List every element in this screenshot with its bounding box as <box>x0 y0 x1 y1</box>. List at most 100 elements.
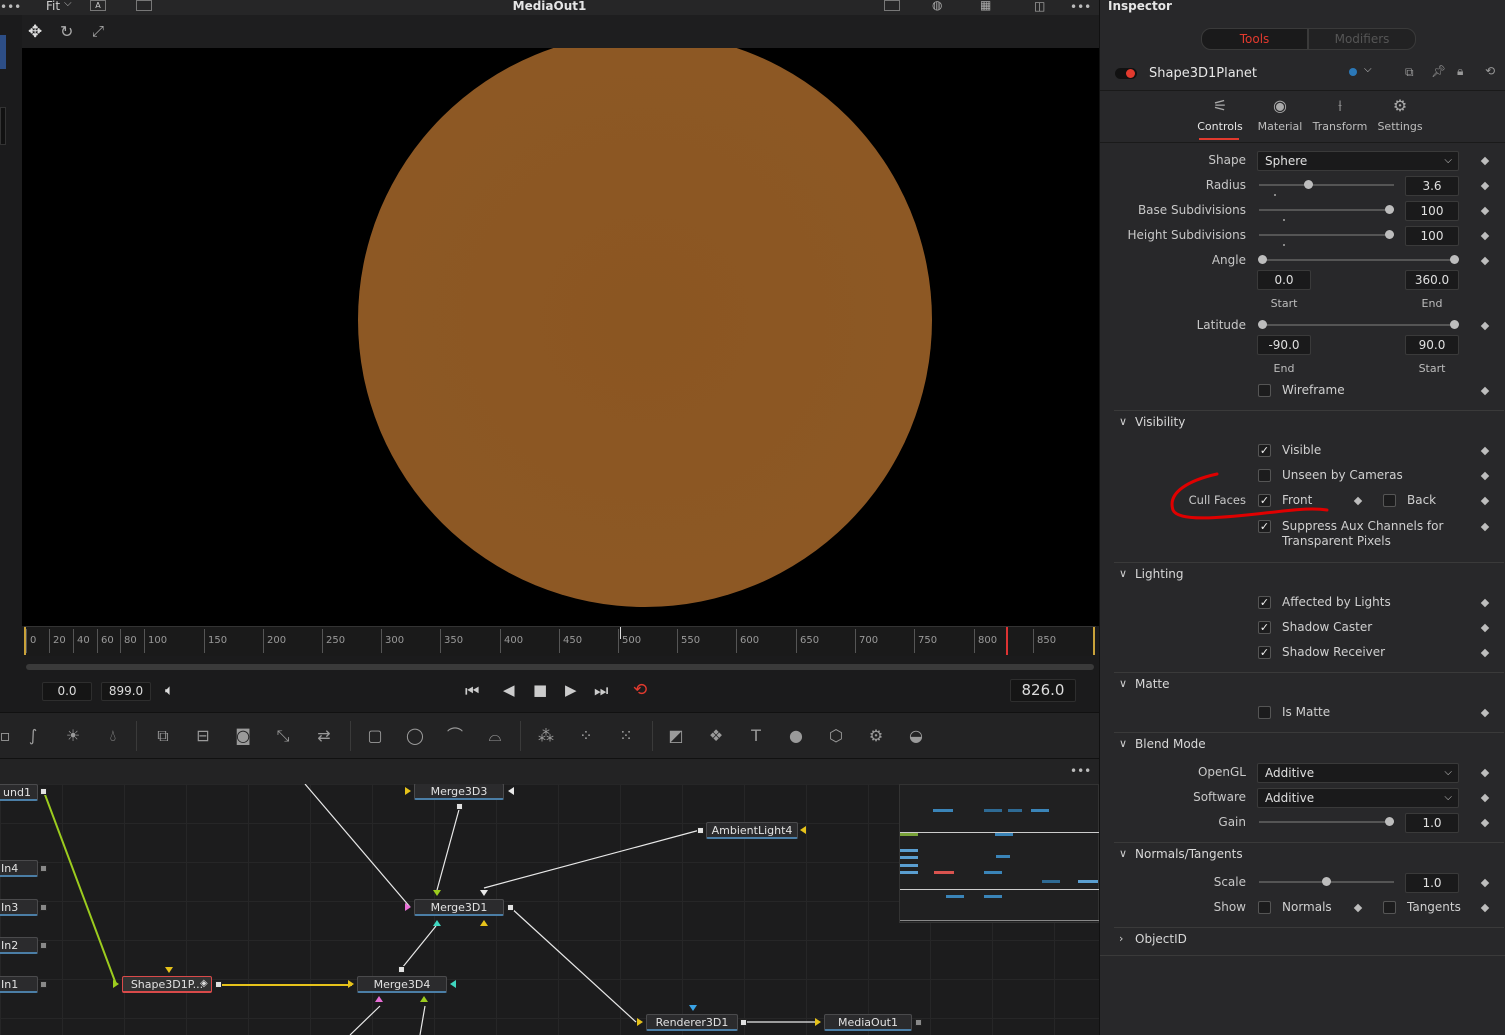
input-port[interactable] <box>433 920 441 926</box>
node-merge3d1[interactable]: Merge3D1 <box>414 899 504 916</box>
particle-emitter-icon[interactable]: ⁂ <box>535 725 557 747</box>
particle-system-icon[interactable]: ⁙ <box>615 725 637 747</box>
color-dot-icon[interactable] <box>1349 68 1357 76</box>
saver-tool-icon[interactable]: ⊟ <box>192 725 214 747</box>
keyframe-icon[interactable] <box>1480 878 1490 888</box>
output-port[interactable] <box>456 803 463 810</box>
node-background[interactable]: und1 <box>0 784 38 801</box>
latitude-start-field[interactable]: -90.0 <box>1257 335 1311 355</box>
expand-icon[interactable]: ⤢ <box>92 22 104 40</box>
play-icon[interactable]: ▶ <box>565 681 577 699</box>
time-ruler[interactable]: 0 20 40 60 80 100 150 200 250 300 350 400 450 500 550 6… <box>24 626 1096 656</box>
node-more-icon[interactable]: ••• <box>1070 764 1091 778</box>
node-ambientlight4[interactable]: AmbientLight4 <box>706 822 798 839</box>
keyframe-icon[interactable] <box>1480 793 1490 803</box>
shape-dropdown[interactable]: Sphere ⌵ <box>1257 151 1459 171</box>
color-icon[interactable]: ◍ <box>932 0 942 12</box>
output-port[interactable] <box>507 904 514 911</box>
base-subdivisions-field[interactable]: 100 <box>1405 201 1459 221</box>
height-subdivisions-field[interactable]: 100 <box>1405 226 1459 246</box>
scrub-bar[interactable] <box>26 664 1094 670</box>
keyframe-icon[interactable] <box>1480 768 1490 778</box>
polygon-tool-icon[interactable]: ⌒ <box>444 725 466 747</box>
keyframe-icon[interactable] <box>1480 321 1490 331</box>
angle-start-field[interactable]: 0.0 <box>1257 270 1311 290</box>
normals-scale-knob[interactable] <box>1322 877 1331 886</box>
mask-tool-icon[interactable]: ◙ <box>232 725 254 747</box>
cull-back-checkbox[interactable] <box>1383 494 1396 507</box>
keyframe-icon[interactable] <box>1480 206 1490 216</box>
node-mediaout1[interactable]: MediaOut1 <box>824 1014 912 1031</box>
keyframe-icon[interactable] <box>1480 386 1490 396</box>
angle-range-slider[interactable] <box>1263 259 1455 261</box>
radius-field[interactable]: 3.6 <box>1405 176 1459 196</box>
shadow-caster-checkbox[interactable]: ✓ <box>1258 621 1271 634</box>
camera3d-icon[interactable]: ◒ <box>905 725 927 747</box>
image-plane-icon[interactable]: ◩ <box>665 725 687 747</box>
input-port[interactable] <box>508 787 514 795</box>
angle-end-field[interactable]: 360.0 <box>1405 270 1459 290</box>
pan-icon[interactable]: ✥ <box>28 22 42 42</box>
keyframe-icon[interactable] <box>1480 598 1490 608</box>
node-merge3d3[interactable]: Merge3D3 <box>414 784 504 800</box>
grid-icon[interactable]: ▦ <box>980 0 991 12</box>
input-port[interactable] <box>375 996 383 1002</box>
input-port[interactable] <box>480 890 488 896</box>
roi-icon[interactable] <box>884 0 900 11</box>
go-to-start-icon[interactable]: ⏮ <box>465 681 479 701</box>
subtab-transform[interactable]: ⟊ Transform <box>1310 96 1370 133</box>
section-objectid[interactable]: › ObjectID <box>1114 927 1504 953</box>
latitude-end-knob[interactable] <box>1450 320 1459 329</box>
brightness-tool-icon[interactable]: ☀ <box>62 725 84 747</box>
output-port[interactable] <box>40 865 47 872</box>
keyframe-icon[interactable] <box>1480 818 1490 828</box>
node-minimap[interactable] <box>899 784 1100 923</box>
input-port[interactable] <box>480 920 488 926</box>
tool-icon[interactable]: ▫ <box>0 725 16 747</box>
base-subdivisions-knob[interactable] <box>1385 205 1394 214</box>
enable-toggle[interactable] <box>1115 68 1137 79</box>
current-frame-field[interactable]: 826.0 <box>1010 679 1076 702</box>
node-input1[interactable]: In1 <box>0 976 38 993</box>
copy-icon[interactable]: ⧉ <box>1405 65 1414 80</box>
split-view-icon[interactable]: ◫ <box>1034 0 1045 13</box>
input-port[interactable] <box>420 996 428 1002</box>
keyframe-icon[interactable] <box>1480 256 1490 266</box>
curve-tool-icon[interactable]: ∫ <box>22 725 44 747</box>
input-port[interactable] <box>348 980 354 988</box>
subtab-controls[interactable]: ⚟ Controls <box>1190 96 1250 133</box>
height-subdivisions-slider[interactable] <box>1259 234 1394 236</box>
renderer3d-icon[interactable]: ⚙ <box>865 725 887 747</box>
suppress-aux-checkbox[interactable]: ✓ <box>1258 520 1271 533</box>
keyframe-icon[interactable] <box>1480 446 1490 456</box>
loader-tool-icon[interactable]: ⧉ <box>152 725 174 747</box>
gain-slider-knob[interactable] <box>1385 817 1394 826</box>
input-port[interactable] <box>433 890 441 896</box>
keyframe-icon[interactable] <box>1480 471 1490 481</box>
gain-slider[interactable] <box>1259 821 1394 823</box>
input-port[interactable] <box>689 1005 697 1011</box>
radius-slider[interactable] <box>1259 184 1394 186</box>
bspline-tool-icon[interactable]: ⌓ <box>484 725 506 747</box>
node-merge3d4[interactable]: Merge3D4 <box>357 976 447 993</box>
subtab-material[interactable]: ◉ Material <box>1250 96 1310 133</box>
gain-field[interactable]: 1.0 <box>1405 813 1459 833</box>
tab-modifiers[interactable]: Modifiers <box>1308 28 1416 50</box>
output-port[interactable] <box>40 904 47 911</box>
keyframe-icon[interactable] <box>1480 903 1490 913</box>
thumbnail-2[interactable] <box>0 107 6 145</box>
node-renderer3d1[interactable]: Renderer3D1 <box>646 1014 738 1031</box>
node-options-icon[interactable]: ◈ <box>200 978 208 989</box>
rotate-icon[interactable]: ↻ <box>60 22 73 41</box>
input-port[interactable] <box>405 903 411 911</box>
viewer-more-icon[interactable]: ••• <box>1070 0 1091 14</box>
input-port[interactable] <box>113 980 119 988</box>
node-shape3d1planet[interactable]: Shape3D1P... <box>122 976 212 993</box>
keyframe-icon[interactable] <box>1480 156 1490 166</box>
show-normals-checkbox[interactable] <box>1258 901 1271 914</box>
text3d-icon[interactable]: T <box>745 725 767 747</box>
height-subdivisions-knob[interactable] <box>1385 230 1394 239</box>
output-port[interactable] <box>40 981 47 988</box>
normals-scale-field[interactable]: 1.0 <box>1405 873 1459 893</box>
keyframe-icon[interactable] <box>1480 623 1490 633</box>
